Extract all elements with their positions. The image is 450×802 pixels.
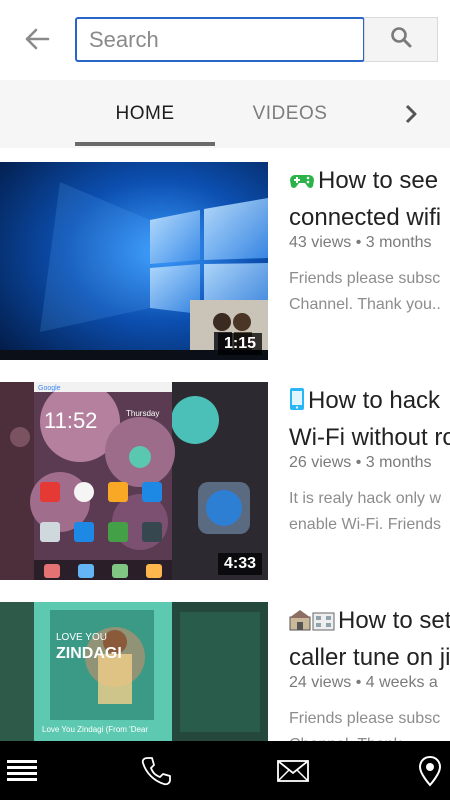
video-title-line2: connected wifi bbox=[289, 204, 442, 231]
video-description-line2: enable Wi-Fi. Friends bbox=[289, 516, 442, 533]
search-input[interactable] bbox=[75, 17, 365, 62]
phone-icon bbox=[289, 387, 305, 421]
hotel-icon bbox=[289, 607, 335, 641]
video-thumbnail[interactable]: LOVE YOU ZINDAGI Love You Zindagi (From … bbox=[0, 602, 268, 741]
video-description-line1: Friends please subsc bbox=[289, 270, 441, 287]
top-bar bbox=[0, 0, 450, 80]
video-meta: 24 views • 4 weeks a bbox=[289, 674, 438, 691]
video-title[interactable]: How to set caller tune on ji bbox=[289, 604, 450, 675]
video-title-line2: Wi-Fi without ro bbox=[289, 424, 450, 451]
video-title-line1: How to set bbox=[338, 607, 450, 634]
video-meta: 43 views • 3 months bbox=[289, 234, 432, 251]
video-title-line1: How to hack bbox=[308, 387, 441, 414]
search-bar bbox=[75, 17, 438, 62]
phone-call-icon[interactable] bbox=[134, 741, 178, 800]
location-pin-icon[interactable] bbox=[410, 741, 450, 800]
thumbnail-text-line1: LOVE YOU bbox=[56, 632, 107, 643]
video-description-line2: Channel. Thank you.. bbox=[289, 296, 441, 313]
svg-text:Google: Google bbox=[38, 385, 61, 392]
menu-icon[interactable] bbox=[0, 741, 44, 800]
home-screen-clock: 11:52 bbox=[44, 408, 97, 433]
video-title[interactable]: How to see connected wifi bbox=[289, 164, 450, 235]
tab-bar: HOME VIDEOS bbox=[0, 80, 450, 148]
thumbnail-caption: Love You Zindagi (From 'Dear bbox=[42, 725, 148, 734]
video-thumbnail[interactable]: 1:15 bbox=[0, 162, 268, 360]
video-meta: 26 views • 3 months bbox=[289, 454, 432, 471]
video-item[interactable]: Google 11:52 Thursday 4:33 How to hack W… bbox=[0, 382, 450, 582]
video-description-line1: Friends please subsc bbox=[289, 710, 441, 727]
back-arrow-icon[interactable] bbox=[22, 24, 52, 54]
video-description-line1: It is realy hack only w bbox=[289, 490, 442, 507]
video-title-line1: How to see bbox=[318, 167, 439, 194]
video-title[interactable]: How to hack Wi-Fi without ro bbox=[289, 384, 450, 455]
tab-videos[interactable]: VIDEOS bbox=[222, 80, 358, 148]
video-title-line2: caller tune on ji bbox=[289, 644, 450, 671]
video-description: It is realy hack only w enable Wi-Fi. Fr… bbox=[289, 486, 450, 538]
chevron-right-icon[interactable] bbox=[394, 96, 428, 132]
video-thumbnail[interactable]: Google 11:52 Thursday 4:33 bbox=[0, 382, 268, 580]
gamepad-icon bbox=[289, 167, 315, 201]
bottom-navigation-bar bbox=[0, 741, 450, 800]
thumbnail-text-line2: ZINDAGI bbox=[56, 645, 122, 662]
tab-home[interactable]: HOME bbox=[75, 80, 215, 148]
search-button[interactable] bbox=[364, 17, 438, 62]
video-duration: 1:15 bbox=[217, 333, 262, 355]
video-item[interactable]: 1:15 How to see connected wifi 43 views … bbox=[0, 162, 450, 362]
video-duration: 4:33 bbox=[217, 553, 262, 575]
video-description: Friends please subsc Channel. Thank you.… bbox=[289, 266, 450, 318]
search-icon bbox=[390, 26, 412, 53]
selected-tab-indicator bbox=[75, 142, 215, 146]
mail-icon[interactable] bbox=[270, 741, 316, 800]
home-screen-day: Thursday bbox=[126, 409, 159, 418]
